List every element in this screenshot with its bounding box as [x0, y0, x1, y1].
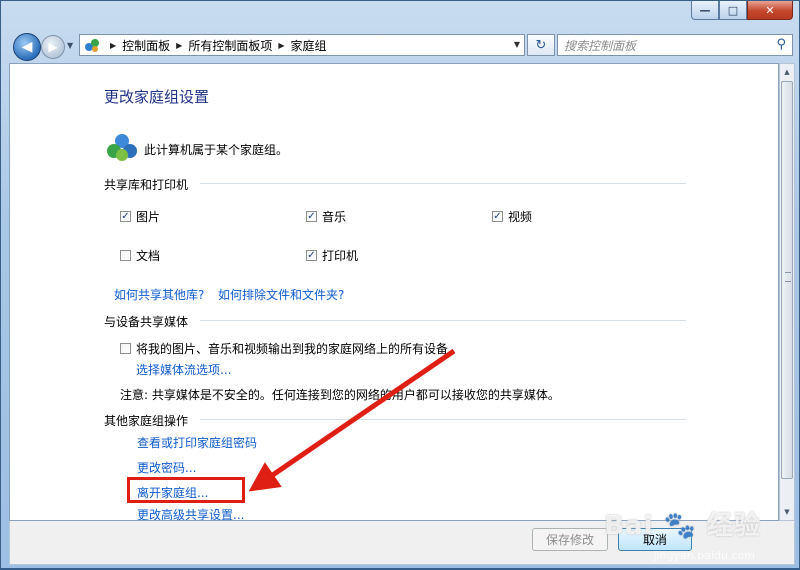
section-divider [200, 183, 686, 184]
watermark-logo: Bai 🐾 经验 [604, 505, 761, 542]
checkbox-label: 图片 [136, 210, 161, 224]
content-pane: 更改家庭组设置 此计算机属于某个家庭组。 共享库和打印机 ✓ 图片 ✓ 音乐 ✓… [9, 63, 779, 521]
back-button[interactable]: ◀ [13, 33, 41, 61]
media-security-note: 注意: 共享媒体是不安全的。任何连接到您的网络的用户都可以接收您的共享媒体。 [120, 388, 560, 402]
breadcrumb-homegroup[interactable]: 家庭组 [291, 37, 327, 54]
checkbox-label: 音乐 [322, 210, 347, 224]
checkbox-mark[interactable]: ✓ [306, 211, 317, 222]
scrollbar-grip-icon [785, 272, 791, 282]
checkbox-stream-media[interactable]: 将我的图片、音乐和视频输出到我的家庭网络上的所有设备 [120, 340, 448, 357]
checkbox-mark[interactable]: ✓ [306, 250, 317, 261]
share-other-libraries-link[interactable]: 如何共享其他库? [114, 286, 204, 303]
recent-pages-dropdown-icon[interactable]: ▼ [67, 41, 73, 50]
annotation-highlight-box [127, 477, 245, 503]
breadcrumb-separator-icon[interactable]: ▶ [176, 41, 182, 50]
paw-icon: 🐾 [663, 511, 697, 541]
scrollbar-thumb[interactable] [781, 81, 793, 479]
address-bar[interactable]: ▶ 控制面板 ▶ 所有控制面板项 ▶ 家庭组 ▼ [79, 34, 525, 56]
vertical-scrollbar[interactable]: ▲ ▼ [779, 63, 795, 521]
advanced-sharing-link[interactable]: 更改高级共享设置... [137, 506, 244, 520]
breadcrumb-separator-icon[interactable]: ▶ [110, 41, 116, 50]
checkbox-mark[interactable]: ✓ [120, 211, 131, 222]
page-title: 更改家庭组设置 [104, 88, 210, 106]
checkbox-pictures[interactable]: ✓ 图片 [120, 208, 160, 225]
breadcrumb-control-panel[interactable]: 控制面板 [122, 37, 170, 54]
media-stream-options-link[interactable]: 选择媒体流选项... [136, 361, 231, 378]
maximize-button[interactable]: □ [719, 1, 747, 20]
change-password-link[interactable]: 更改密码... [137, 459, 196, 476]
exclude-files-link[interactable]: 如何排除文件和文件夹? [218, 286, 344, 303]
breadcrumb-separator-icon[interactable]: ▶ [278, 41, 284, 50]
forward-button[interactable]: ▶ [41, 35, 65, 59]
checkbox-mark[interactable] [120, 343, 131, 354]
media-section-title: 与设备共享媒体 [104, 315, 189, 329]
control-panel-window: — □ ✕ ◀ ▶ ▼ ▶ 控制面板 ▶ 所有控制面板项 ▶ 家庭组 ▼ ↻ 搜… [0, 0, 800, 569]
checkbox-documents[interactable]: 文档 [120, 247, 160, 264]
checkbox-label: 视频 [508, 210, 533, 224]
checkbox-label: 将我的图片、音乐和视频输出到我的家庭网络上的所有设备 [136, 342, 449, 356]
caption-buttons: — □ ✕ [691, 1, 793, 20]
search-input[interactable]: 搜索控制面板 ⚲ [557, 34, 793, 56]
search-placeholder: 搜索控制面板 [564, 38, 637, 53]
refresh-icon: ↻ [535, 37, 547, 53]
checkbox-label: 文档 [136, 249, 161, 263]
sharing-section-title: 共享库和打印机 [104, 178, 189, 192]
navigation-bar: ◀ ▶ ▼ ▶ 控制面板 ▶ 所有控制面板项 ▶ 家庭组 ▼ ↻ 搜索控制面板 … [9, 31, 793, 61]
checkbox-printers[interactable]: ✓ 打印机 [306, 247, 358, 264]
control-panel-icon [85, 39, 99, 52]
view-print-password-link[interactable]: 查看或打印家庭组密码 [137, 434, 257, 451]
checkbox-music[interactable]: ✓ 音乐 [306, 208, 346, 225]
scroll-up-icon[interactable]: ▲ [780, 64, 794, 80]
checkbox-videos[interactable]: ✓ 视频 [492, 208, 532, 225]
breadcrumb-all-items[interactable]: 所有控制面板项 [188, 37, 272, 54]
refresh-button[interactable]: ↻ [527, 34, 555, 56]
watermark-url: jingyan.baidu.com [653, 549, 755, 562]
scroll-down-icon[interactable]: ▼ [780, 504, 794, 520]
search-icon[interactable]: ⚲ [776, 37, 786, 52]
section-divider [200, 320, 686, 321]
close-button[interactable]: ✕ [747, 1, 793, 20]
address-dropdown-icon[interactable]: ▼ [514, 40, 520, 49]
checkbox-mark[interactable]: ✓ [492, 211, 503, 222]
checkbox-mark[interactable] [120, 250, 131, 261]
minimize-button[interactable]: — [691, 1, 719, 20]
homegroup-icon [107, 134, 137, 161]
section-divider [200, 419, 686, 420]
checkbox-label: 打印机 [322, 249, 359, 263]
watermark-brand-cn: 经验 [706, 511, 761, 541]
watermark-brand: Bai [604, 511, 654, 541]
save-changes-button[interactable]: 保存修改 [532, 528, 608, 551]
membership-text: 此计算机属于某个家庭组。 [144, 143, 289, 157]
other-actions-section-title: 其他家庭组操作 [104, 414, 189, 428]
